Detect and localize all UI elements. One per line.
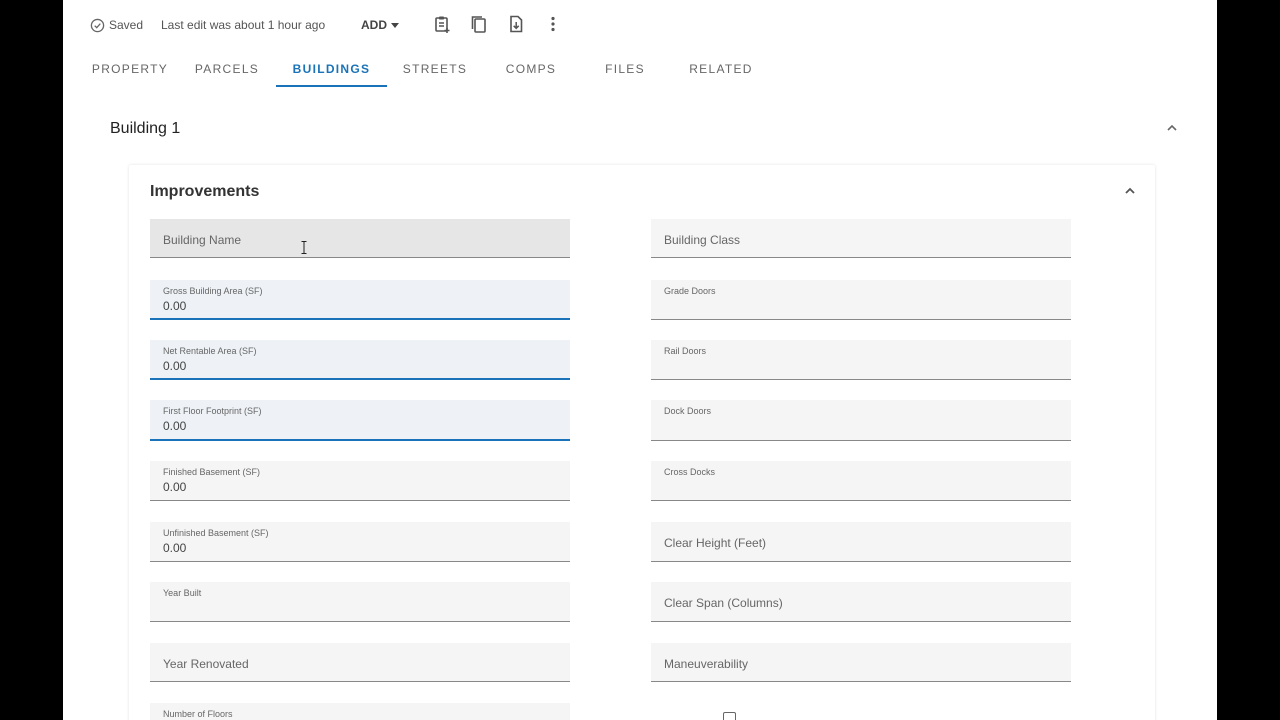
chevron-up-icon[interactable] xyxy=(1123,184,1137,198)
check-circle-icon xyxy=(90,18,105,33)
chevron-up-icon[interactable] xyxy=(1165,121,1179,135)
field-label: Building Class xyxy=(664,233,741,247)
field-value: 0.00 xyxy=(163,419,187,433)
net-rentable-area-field[interactable]: Net Rentable Area (SF) 0.00 xyxy=(150,340,570,380)
field-label: Dock Doors xyxy=(664,406,712,416)
grade-doors-field[interactable]: Grade Doors xyxy=(651,280,1071,320)
field-label: Year Renovated xyxy=(163,657,249,671)
finished-basement-field[interactable]: Finished Basement (SF) 0.00 xyxy=(150,461,570,501)
field-label: Grade Doors xyxy=(664,286,716,296)
field-value: 0.00 xyxy=(163,480,187,494)
field-label: Year Built xyxy=(163,588,202,598)
clear-height-field[interactable]: Clear Height (Feet) xyxy=(651,522,1071,562)
field-value: 0.00 xyxy=(163,541,187,555)
field-value: 0.00 xyxy=(163,359,187,373)
add-button-label: ADD xyxy=(361,18,387,32)
cross-docks-field[interactable]: Cross Docks xyxy=(651,461,1071,501)
field-label: Finished Basement (SF) xyxy=(163,467,261,477)
building-title: Building 1 xyxy=(110,120,181,137)
first-floor-footprint-field[interactable]: First Floor Footprint (SF) 0.00 xyxy=(150,400,570,441)
clipboard-add-icon[interactable] xyxy=(432,14,452,34)
clear-span-field[interactable]: Clear Span (Columns) xyxy=(651,582,1071,622)
active-tab-indicator xyxy=(276,85,387,87)
tab-related[interactable]: RELATED xyxy=(678,50,764,87)
tab-property[interactable]: PROPERTY xyxy=(83,50,177,87)
field-label: Rail Doors xyxy=(664,346,707,356)
tab-files[interactable]: FILES xyxy=(593,50,657,87)
dock-doors-field[interactable]: Dock Doors xyxy=(651,400,1071,441)
field-label: Building Name xyxy=(163,233,242,247)
rail-doors-field[interactable]: Rail Doors xyxy=(651,340,1071,380)
tab-streets[interactable]: STREETS xyxy=(393,50,477,87)
tab-comps[interactable]: COMPS xyxy=(493,50,569,87)
year-built-field[interactable]: Year Built xyxy=(150,582,570,622)
field-label: Clear Height (Feet) xyxy=(664,536,767,550)
number-of-floors-field[interactable]: Number of Floors xyxy=(150,703,570,720)
text-cursor-icon xyxy=(301,241,307,254)
more-vert-icon[interactable] xyxy=(543,14,563,34)
field-label: Unfinished Basement (SF) xyxy=(163,528,269,538)
last-edit-text: Last edit was about 1 hour ago xyxy=(161,18,326,32)
field-label: First Floor Footprint (SF) xyxy=(163,406,262,416)
maneuverability-field[interactable]: Maneuverability xyxy=(651,643,1071,682)
caret-down-icon xyxy=(391,22,399,28)
unfinished-basement-field[interactable]: Unfinished Basement (SF) 0.00 xyxy=(150,522,570,562)
add-button[interactable]: ADD xyxy=(361,15,399,35)
field-value: 0.00 xyxy=(163,299,187,313)
year-renovated-field[interactable]: Year Renovated xyxy=(150,643,570,682)
improvements-title: Improvements xyxy=(150,183,260,200)
field-label: Number of Floors xyxy=(163,709,233,719)
field-label: Cross Docks xyxy=(664,467,716,477)
copy-icon[interactable] xyxy=(469,14,489,34)
building-name-field[interactable]: Building Name xyxy=(150,219,570,258)
toolbar: Saved Last edit was about 1 hour ago ADD xyxy=(63,0,1217,50)
checkbox[interactable] xyxy=(723,712,736,720)
tab-buildings[interactable]: BUILDINGS xyxy=(276,50,387,87)
field-label: Maneuverability xyxy=(664,657,749,671)
building-class-field[interactable]: Building Class xyxy=(651,219,1071,258)
tab-parcels[interactable]: PARCELS xyxy=(186,50,268,87)
page: Saved Last edit was about 1 hour ago ADD xyxy=(63,0,1217,720)
improvements-card: Improvements Building Name Gross Buildin… xyxy=(129,165,1155,720)
field-label: Gross Building Area (SF) xyxy=(163,286,263,296)
field-label: Net Rentable Area (SF) xyxy=(163,346,257,356)
gross-building-area-field[interactable]: Gross Building Area (SF) 0.00 xyxy=(150,280,570,320)
field-label: Clear Span (Columns) xyxy=(664,596,783,610)
saved-status: Saved xyxy=(109,18,144,32)
file-download-icon[interactable] xyxy=(506,14,526,34)
tab-bar: PROPERTY PARCELS BUILDINGS STREETS COMPS… xyxy=(63,50,783,88)
